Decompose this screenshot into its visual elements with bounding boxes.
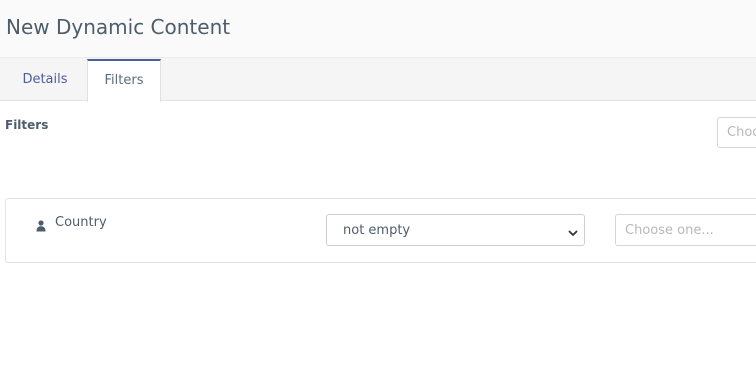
operator-value: not empty [343,223,411,238]
filters-heading: Filters [5,118,49,132]
filter-value-select[interactable]: Choose one... [615,214,756,246]
field-picker-select[interactable]: Choose one... [717,117,756,148]
chevron-down-icon [567,224,579,236]
page-title: New Dynamic Content [6,15,231,39]
operator-select[interactable]: not empty [326,214,585,246]
filter-row: Country not empty Choose one... [5,198,756,263]
filter-field-label: Country [55,215,107,230]
user-icon [36,217,46,232]
tab-filters[interactable]: Filters [87,59,161,102]
page-header: New Dynamic Content [0,0,756,58]
tab-bar: Details Filters [0,58,756,102]
tab-details[interactable]: Details [5,58,85,101]
